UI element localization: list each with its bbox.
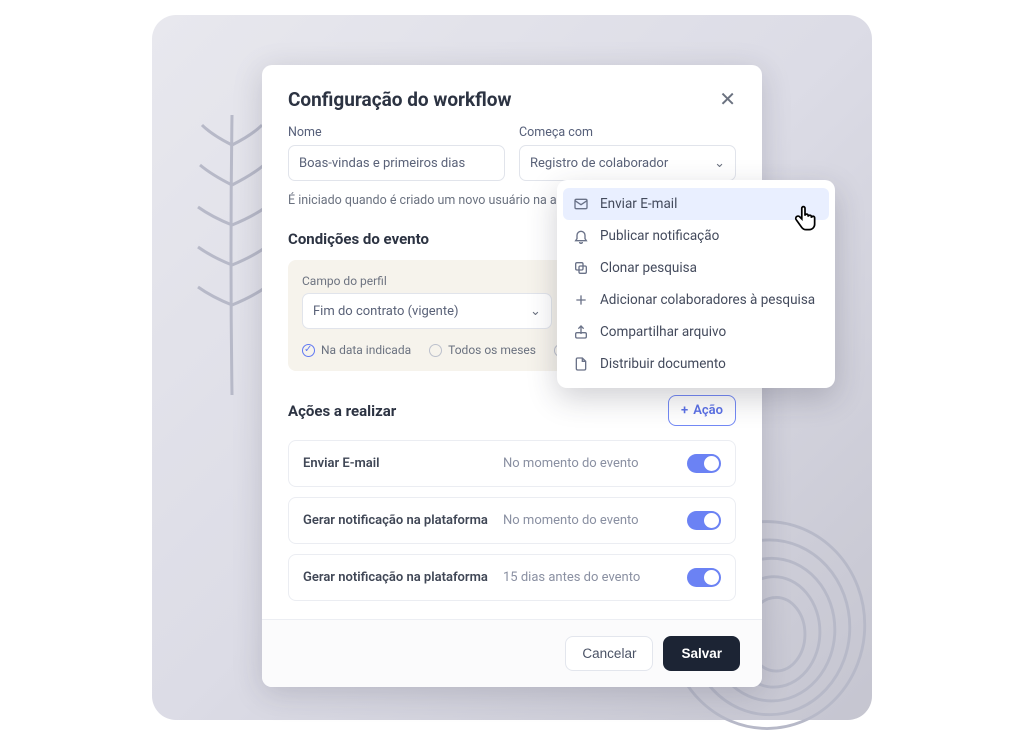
stage-background: Configuração do workflow ✕ Nome Boas-vin… <box>152 15 872 720</box>
add-action-label: Ação <box>693 403 723 418</box>
share-icon <box>573 324 589 340</box>
action-name: Gerar notificação na plataforma <box>303 570 493 585</box>
profile-field-label: Campo do perfil <box>302 274 552 288</box>
add-action-button[interactable]: + Ação <box>668 395 736 426</box>
radio-every-month[interactable]: Todos os meses <box>429 343 536 357</box>
action-toggle[interactable] <box>687 511 721 530</box>
radio-circle-icon <box>429 344 442 357</box>
action-row[interactable]: Gerar notificação na plataforma No momen… <box>288 497 736 544</box>
dropdown-item-email[interactable]: Enviar E-mail <box>563 188 829 220</box>
radio-every-month-label: Todos os meses <box>448 343 536 357</box>
mail-icon <box>573 196 589 212</box>
radio-circle-icon <box>302 344 315 357</box>
chevron-down-icon: ⌄ <box>530 304 541 319</box>
plus-icon <box>573 292 589 308</box>
document-icon <box>573 356 589 372</box>
name-label: Nome <box>288 125 505 140</box>
name-input-value: Boas-vindas e primeiros dias <box>299 156 465 171</box>
copy-icon <box>573 260 589 276</box>
dropdown-item-distribute[interactable]: Distribuir documento <box>557 348 835 380</box>
dropdown-item-notification[interactable]: Publicar notificação <box>557 220 835 252</box>
dropdown-item-label: Publicar notificação <box>600 228 719 244</box>
start-select-value: Registro de colaborador <box>530 156 668 171</box>
dropdown-item-clone[interactable]: Clonar pesquisa <box>557 252 835 284</box>
action-toggle[interactable] <box>687 454 721 473</box>
action-row[interactable]: Enviar E-mail No momento do evento <box>288 440 736 487</box>
name-input[interactable]: Boas-vindas e primeiros dias <box>288 145 505 181</box>
action-toggle[interactable] <box>687 568 721 587</box>
action-when: No momento do evento <box>503 456 677 471</box>
dropdown-item-label: Distribuir documento <box>600 356 726 372</box>
action-when: No momento do evento <box>503 513 677 528</box>
close-icon[interactable]: ✕ <box>719 87 736 111</box>
dropdown-item-add-collab[interactable]: Adicionar colaboradores à pesquisa <box>557 284 835 316</box>
dropdown-item-label: Adicionar colaboradores à pesquisa <box>600 292 815 308</box>
action-type-dropdown: Enviar E-mail Publicar notificação Clona… <box>557 180 835 388</box>
profile-field-select[interactable]: Fim do contrato (vigente) ⌄ <box>302 293 552 329</box>
action-row[interactable]: Gerar notificação na plataforma 15 dias … <box>288 554 736 601</box>
plus-icon: + <box>681 403 688 418</box>
start-label: Começa com <box>519 125 736 140</box>
modal-header: Configuração do workflow ✕ <box>262 65 762 125</box>
profile-field-value: Fim do contrato (vigente) <box>313 304 459 319</box>
dropdown-item-label: Enviar E-mail <box>600 196 677 212</box>
actions-title: Ações a realizar <box>288 402 396 420</box>
radio-on-date[interactable]: Na data indicada <box>302 343 411 357</box>
action-name: Enviar E-mail <box>303 456 493 471</box>
dropdown-item-share[interactable]: Compartilhar arquivo <box>557 316 835 348</box>
radio-on-date-label: Na data indicada <box>321 343 411 357</box>
action-when: 15 dias antes do evento <box>503 570 677 585</box>
action-name: Gerar notificação na plataforma <box>303 513 493 528</box>
cancel-button[interactable]: Cancelar <box>565 636 653 671</box>
bell-icon <box>573 228 589 244</box>
dropdown-item-label: Clonar pesquisa <box>600 260 697 276</box>
save-button[interactable]: Salvar <box>663 636 740 671</box>
modal-footer: Cancelar Salvar <box>262 619 762 687</box>
chevron-down-icon: ⌄ <box>714 156 725 171</box>
dropdown-item-label: Compartilhar arquivo <box>600 324 726 340</box>
modal-title: Configuração do workflow <box>288 88 511 111</box>
start-select[interactable]: Registro de colaborador ⌄ <box>519 145 736 181</box>
